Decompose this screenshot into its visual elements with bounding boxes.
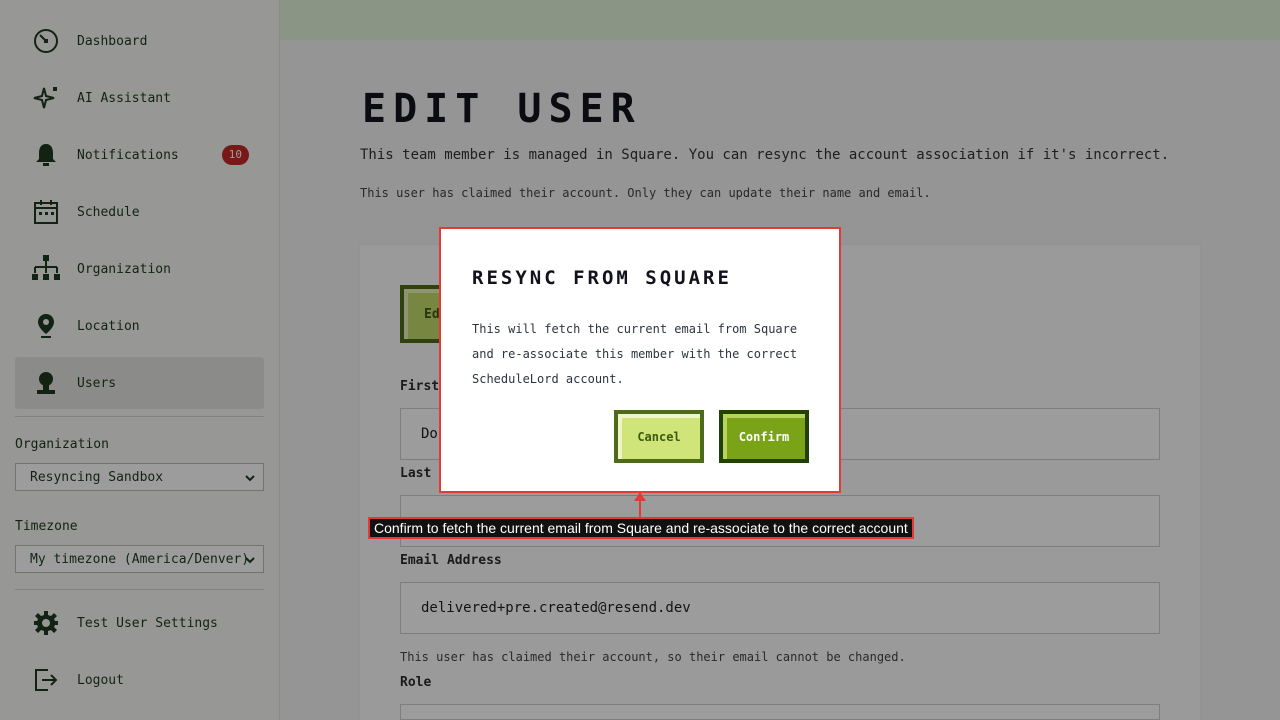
tooltip-arrow-head <box>634 492 646 501</box>
confirm-button[interactable]: Confirm <box>719 410 809 463</box>
cancel-button[interactable]: Cancel <box>614 410 704 463</box>
modal-title: RESYNC FROM SQUARE <box>472 267 732 289</box>
modal-body: This will fetch the current email from S… <box>472 322 798 386</box>
confirm-tooltip: Confirm to fetch the current email from … <box>368 517 914 539</box>
resync-modal: RESYNC FROM SQUARE This will fetch the c… <box>439 227 841 493</box>
